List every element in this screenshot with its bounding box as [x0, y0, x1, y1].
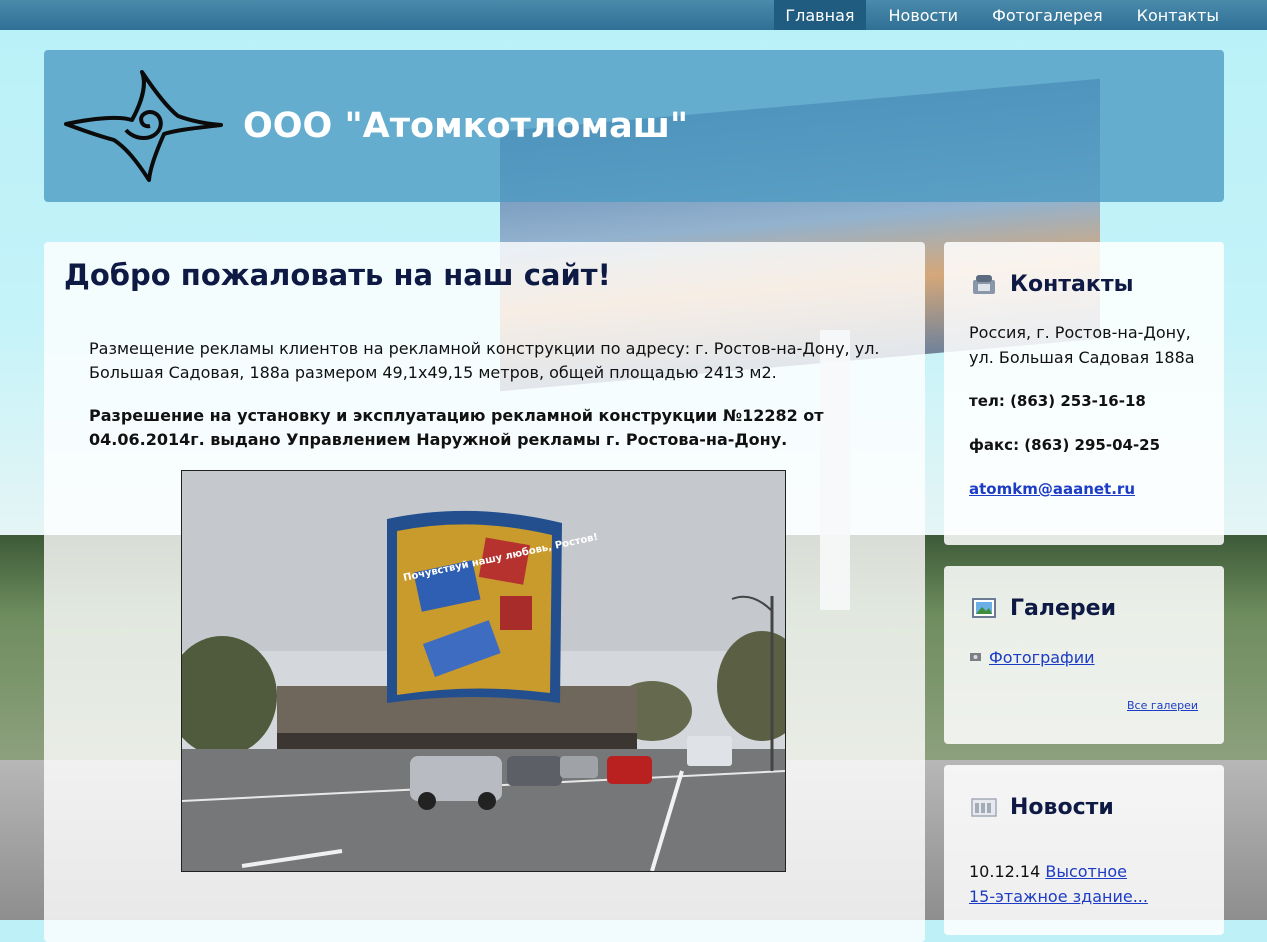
permit-paragraph: Разрешение на установку и эксплуатацию р…: [89, 406, 824, 449]
nav-item-contacts[interactable]: Контакты: [1126, 0, 1230, 30]
phone-number: тел: (863) 253-16-18: [969, 392, 1146, 410]
site-title: ООО "Атомкотломаш": [243, 106, 689, 146]
galleries-title: Галереи: [1010, 596, 1116, 621]
galleries-panel: Галереи Фотографии Все галереи: [944, 566, 1224, 744]
nav-menu: Главная Новости Фотогалерея Контакты: [762, 0, 1230, 30]
news-item-link[interactable]: Высотное: [1045, 862, 1127, 881]
intro-paragraph: Размещение рекламы клиентов на рекламной…: [89, 339, 880, 382]
address-line-2: ул. Большая Садовая 188а: [969, 348, 1195, 367]
page-heading: Добро пожаловать на наш сайт!: [64, 258, 611, 292]
company-logo[interactable]: [64, 68, 224, 184]
all-galleries-link[interactable]: Все галереи: [1127, 699, 1198, 712]
gallery-link-photos[interactable]: Фотографии: [989, 648, 1095, 667]
news-item-link-continued[interactable]: 15-этажное здание...: [969, 887, 1148, 906]
site-header: ООО "Атомкотломаш": [44, 50, 1224, 202]
top-navigation: Главная Новости Фотогалерея Контакты: [0, 0, 1267, 30]
contacts-title: Контакты: [1010, 272, 1134, 297]
main-content: Добро пожаловать на наш сайт! Размещение…: [44, 242, 925, 942]
nav-item-home[interactable]: Главная: [774, 0, 866, 30]
news-title: Новости: [1010, 795, 1114, 820]
phone-icon: [973, 275, 995, 294]
fax-number: факс: (863) 295-04-25: [969, 436, 1161, 454]
contacts-panel: Контакты Россия, г. Ростов-на-Дону, ул. …: [944, 242, 1224, 545]
news-icon: [971, 798, 997, 817]
nav-item-photogallery[interactable]: Фотогалерея: [981, 0, 1114, 30]
news-date: 10.12.14: [969, 862, 1041, 881]
photo-bullet-icon: [970, 653, 981, 661]
email-link[interactable]: atomkm@aaanet.ru: [969, 480, 1135, 498]
building-photo: Почувствуй нашу любовь, Ростов!: [181, 470, 786, 872]
gallery-icon: [972, 598, 996, 618]
address-line-1: Россия, г. Ростов-на-Дону,: [969, 323, 1191, 342]
nav-item-news[interactable]: Новости: [878, 0, 970, 30]
news-panel: Новости 10.12.14 Высотное 15-этажное зда…: [944, 765, 1224, 935]
